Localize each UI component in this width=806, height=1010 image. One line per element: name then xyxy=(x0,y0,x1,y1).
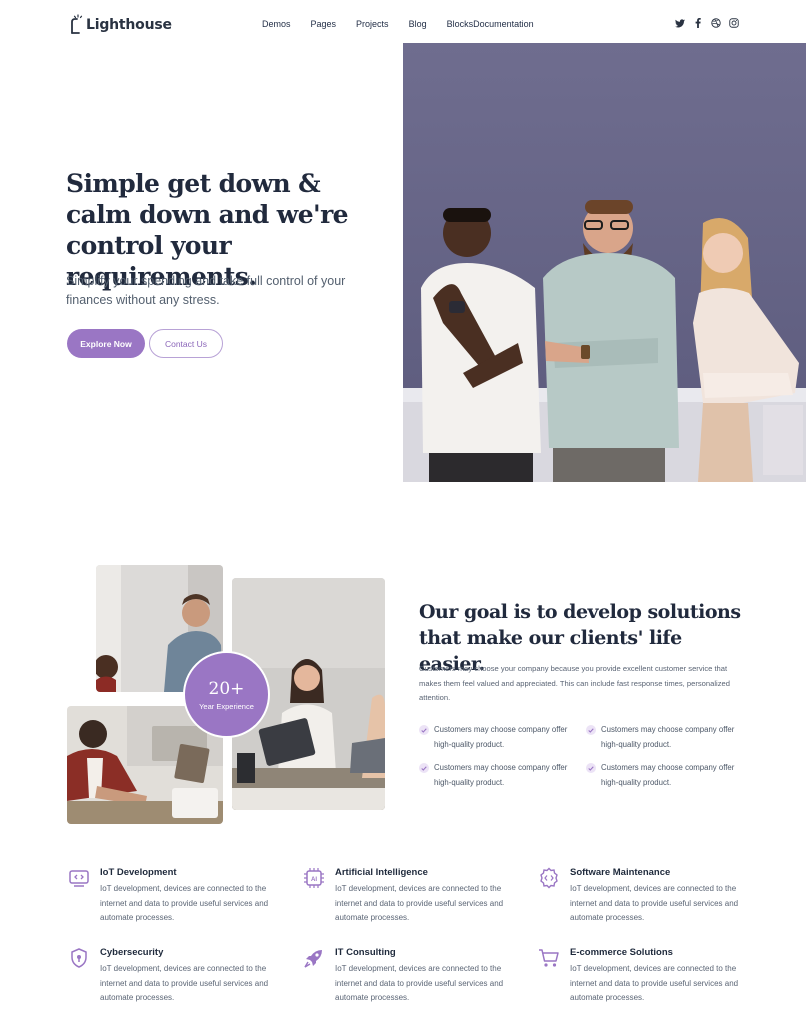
twitter-icon[interactable] xyxy=(675,17,685,29)
instagram-icon[interactable] xyxy=(729,17,739,29)
nav-projects[interactable]: Projects xyxy=(356,18,389,30)
checklist-text: Customers may choose company offer high-… xyxy=(434,763,568,787)
nav-documentation[interactable]: Documentation xyxy=(473,18,534,30)
checklist-item: Customers may choose company offer high-… xyxy=(586,723,746,752)
logo[interactable]: Lighthouse xyxy=(67,14,172,34)
shield-icon xyxy=(68,947,90,969)
checklist-item: Customers may choose company offer high-… xyxy=(586,761,746,790)
nav-blocks[interactable]: Blocks xyxy=(447,18,474,30)
dribbble-icon[interactable] xyxy=(711,17,721,29)
code-gear-icon xyxy=(538,867,560,889)
explore-now-button[interactable]: Explore Now xyxy=(67,329,145,358)
nav-pages[interactable]: Pages xyxy=(311,18,337,30)
lighthouse-logo-icon xyxy=(67,14,85,34)
check-icon xyxy=(419,725,429,735)
social-links xyxy=(675,17,739,29)
checklist-item: Customers may choose company offer high-… xyxy=(419,723,579,752)
service-title: Artificial Intelligence xyxy=(335,867,428,878)
experience-label: Year Experience xyxy=(199,701,254,711)
contact-us-button[interactable]: Contact Us xyxy=(149,329,223,358)
rocket-icon xyxy=(303,947,325,969)
nav-demos[interactable]: Demos xyxy=(262,18,291,30)
brand-name: Lighthouse xyxy=(86,17,172,33)
facebook-icon[interactable] xyxy=(693,17,703,29)
main-nav: Demos Pages Projects Blog Blocks Documen… xyxy=(262,18,534,30)
experience-badge: 20+ Year Experience xyxy=(183,651,270,738)
svg-text:AI: AI xyxy=(311,877,317,883)
checklist-item: Customers may choose company offer high-… xyxy=(419,761,579,790)
service-description: IoT development, devices are connected t… xyxy=(570,964,739,1002)
service-description: IoT development, devices are connected t… xyxy=(570,884,739,922)
check-icon xyxy=(586,763,596,773)
cart-icon xyxy=(538,947,560,969)
checklist-text: Customers may choose company offer high-… xyxy=(601,763,735,787)
service-title: Cybersecurity xyxy=(100,947,164,958)
service-title: IT Consulting xyxy=(335,947,396,958)
service-description: IoT development, devices are connected t… xyxy=(100,964,269,1002)
check-icon xyxy=(586,725,596,735)
experience-number: 20+ xyxy=(208,678,245,699)
iot-icon xyxy=(68,867,90,889)
service-description: IoT development, devices are connected t… xyxy=(100,884,269,922)
service-title: IoT Development xyxy=(100,867,177,878)
hero-subtitle: Simplify your spending and take full con… xyxy=(66,274,346,307)
checklist-text: Customers may choose company offer high-… xyxy=(601,725,735,749)
nav-blog[interactable]: Blog xyxy=(409,18,427,30)
ai-chip-icon: AI xyxy=(303,867,325,889)
checklist-text: Customers may choose company offer high-… xyxy=(434,725,568,749)
service-title: E-commerce Solutions xyxy=(570,947,673,958)
service-description: IoT development, devices are connected t… xyxy=(335,884,504,922)
check-icon xyxy=(419,763,429,773)
service-title: Software Maintenance xyxy=(570,867,671,878)
hero-team-photo xyxy=(403,43,806,482)
about-description: Customers may choose your company becaus… xyxy=(419,664,730,702)
service-description: IoT development, devices are connected t… xyxy=(335,964,504,1002)
